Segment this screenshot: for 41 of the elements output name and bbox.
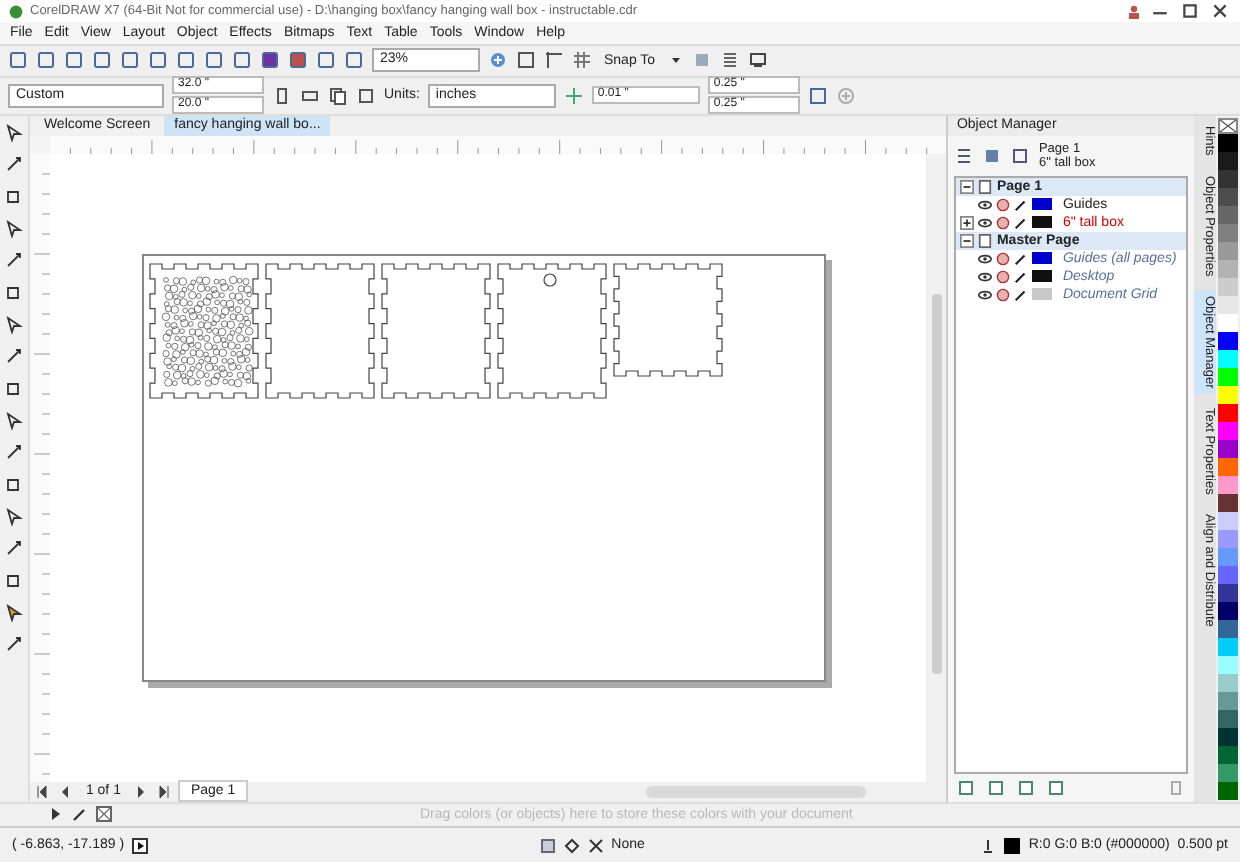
- close-icon[interactable]: [1208, 2, 1232, 21]
- collapse-toggle-icon[interactable]: [960, 233, 975, 248]
- no-fill-icon: [587, 837, 604, 853]
- last-page-icon[interactable]: [156, 783, 173, 800]
- document-icon: [539, 837, 556, 853]
- page-icon: [978, 233, 993, 248]
- nudge-icon: [563, 85, 584, 106]
- visibility-eye-icon[interactable]: [978, 251, 993, 266]
- collapse-toggle-icon[interactable]: [960, 179, 975, 194]
- visibility-eye-icon[interactable]: [978, 287, 993, 302]
- user-icon[interactable]: [1126, 3, 1142, 20]
- no-color-icon[interactable]: [1218, 117, 1239, 134]
- outline-color-swatch: [1004, 837, 1021, 853]
- full-screen-icon[interactable]: [516, 50, 536, 71]
- puzzle-edge-panel-drawing: [149, 262, 259, 399]
- grid-icon[interactable]: [572, 50, 592, 71]
- zoom-icon[interactable]: [488, 50, 508, 71]
- puzzle-edge-panel-drawing: [613, 262, 723, 377]
- launch-icon[interactable]: [747, 50, 768, 71]
- expand-toggle-icon[interactable]: [960, 215, 975, 230]
- all-pages-icon[interactable]: [328, 85, 348, 106]
- app-logo-icon: [8, 3, 24, 20]
- horizontal-scrollbar[interactable]: [646, 785, 867, 798]
- visibility-eye-icon[interactable]: [978, 197, 993, 212]
- first-page-icon[interactable]: [33, 783, 50, 800]
- ruler-corner: [29, 135, 50, 154]
- visibility-eye-icon[interactable]: [978, 215, 993, 230]
- current-page-icon[interactable]: [356, 85, 376, 106]
- play-icon[interactable]: [132, 837, 149, 853]
- outline-pen-icon: [980, 837, 997, 853]
- puzzle-edge-panel-drawing: [497, 262, 607, 399]
- landscape-icon[interactable]: [300, 85, 320, 106]
- rulers-icon[interactable]: [544, 50, 564, 71]
- pick-tool-icon[interactable]: [3, 121, 24, 142]
- no-color-well-icon[interactable]: [96, 806, 112, 823]
- puzzle-edge-panel-drawing: [265, 262, 375, 399]
- portrait-icon[interactable]: [272, 85, 292, 106]
- puzzle-edge-panel-drawing: [381, 262, 491, 399]
- options-icon[interactable]: [719, 50, 740, 71]
- maximize-icon[interactable]: [1178, 2, 1202, 21]
- visibility-eye-icon[interactable]: [978, 269, 993, 284]
